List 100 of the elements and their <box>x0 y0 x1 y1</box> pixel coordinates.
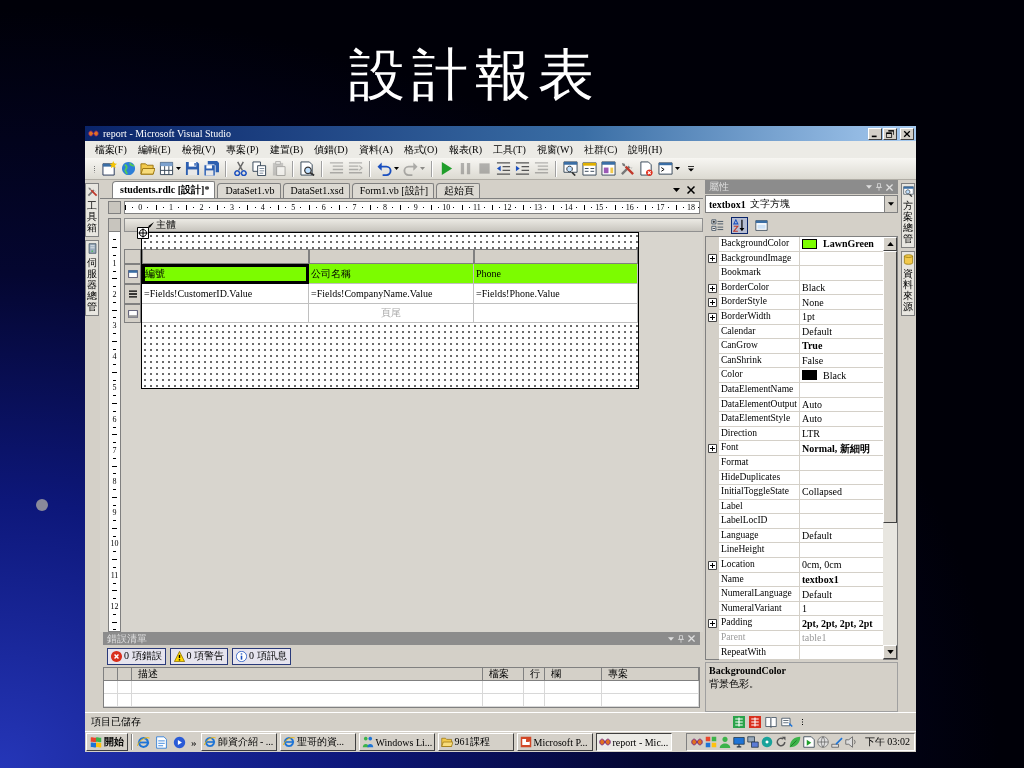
table-cell[interactable]: 公司名稱 <box>309 264 474 284</box>
row-handle[interactable] <box>124 264 141 284</box>
globe-icon[interactable] <box>121 161 136 176</box>
property-value[interactable]: Default <box>802 529 832 543</box>
menu-item[interactable]: 編輯(E) <box>132 143 176 156</box>
grip-icon[interactable] <box>801 717 804 727</box>
taskbar-button[interactable]: 師資介紹 - ... <box>200 733 277 751</box>
menu-item[interactable]: 檔案(F) <box>89 143 133 156</box>
property-name[interactable]: Direction <box>719 426 800 442</box>
property-name[interactable]: Format <box>719 455 800 471</box>
row-handle[interactable] <box>124 284 141 304</box>
dropdown-arrow-icon[interactable] <box>675 167 680 170</box>
scrollbar-thumb[interactable] <box>883 251 897 523</box>
menu-item[interactable]: 檢視(V) <box>176 143 221 156</box>
indent-icon[interactable] <box>515 161 530 176</box>
property-name[interactable]: BorderColor <box>719 280 800 296</box>
grid-icon[interactable] <box>159 161 174 176</box>
property-name[interactable]: BorderWidth <box>719 309 800 325</box>
dock-tab[interactable]: 伺服器總管 <box>85 240 99 316</box>
property-value[interactable]: Auto <box>802 397 822 411</box>
property-value[interactable]: Black <box>823 368 847 382</box>
column-header[interactable]: 專案 <box>602 668 699 681</box>
property-name[interactable]: BorderStyle <box>719 295 800 310</box>
filter-toggle[interactable]: 0 項訊息 <box>232 647 291 665</box>
property-value[interactable]: Normal, 新細明 <box>802 441 870 455</box>
folder-icon[interactable] <box>140 161 155 176</box>
filter-toggle[interactable]: 0 項警告 <box>169 647 228 665</box>
table-cell[interactable]: Phone <box>474 264 638 284</box>
menu-item[interactable]: 建置(B) <box>264 143 309 156</box>
column-header[interactable]: 描述 <box>132 668 483 681</box>
expand-icon[interactable] <box>708 619 717 629</box>
column-handle[interactable] <box>474 249 638 264</box>
property-value[interactable]: Auto <box>802 412 822 426</box>
property-name[interactable]: NumeralVariant <box>719 601 800 617</box>
dropdown-button[interactable] <box>884 196 897 212</box>
table-cell[interactable]: =Fields!CompanyName.Value <box>309 284 474 304</box>
menu-item[interactable]: 報表(R) <box>443 143 488 156</box>
browser-icon[interactable] <box>137 735 150 749</box>
property-name[interactable]: Font <box>719 441 800 456</box>
restore-button[interactable] <box>883 127 897 140</box>
speaker-icon[interactable] <box>844 736 857 748</box>
property-value[interactable]: 2pt, 2pt, 2pt, 2pt <box>802 616 873 630</box>
start-button[interactable]: 開始 <box>86 733 128 751</box>
property-value[interactable]: LawnGreen <box>823 237 874 251</box>
column-header[interactable] <box>118 668 132 681</box>
monitor-icon[interactable] <box>732 736 745 748</box>
pen-icon[interactable] <box>830 736 843 748</box>
property-value[interactable]: True <box>802 339 823 353</box>
menu-item[interactable]: 資料(A) <box>353 143 399 156</box>
scrollbar[interactable] <box>883 237 897 659</box>
property-name[interactable]: CanShrink <box>719 353 800 369</box>
new-project-icon[interactable] <box>102 161 117 176</box>
property-pages-icon[interactable] <box>753 217 770 234</box>
property-name[interactable]: BackgroundImage <box>719 251 800 267</box>
book-icon[interactable] <box>765 716 777 728</box>
sort-icon[interactable] <box>731 217 748 234</box>
property-value[interactable]: textbox1 <box>802 572 839 586</box>
dock-tab[interactable]: 資料來源 <box>901 251 915 316</box>
document-play-icon[interactable] <box>802 736 815 748</box>
input-method-icon[interactable] <box>733 716 745 728</box>
object-selector[interactable]: textbox1 文字方塊 <box>705 195 898 213</box>
property-name[interactable]: Color <box>719 368 800 383</box>
property-value[interactable]: 1pt <box>802 310 815 324</box>
table-cell[interactable] <box>474 304 638 323</box>
property-value[interactable]: 0cm, 0cm <box>802 558 842 572</box>
property-name[interactable]: DataElementStyle <box>719 412 800 427</box>
expand-icon[interactable] <box>708 254 717 264</box>
property-name[interactable]: InitialToggleState <box>719 485 800 500</box>
window-icon[interactable] <box>601 161 616 176</box>
menu-item[interactable]: 專案(P) <box>220 143 265 156</box>
expand-icon[interactable] <box>708 444 717 454</box>
band-header[interactable]: 主體 <box>124 218 703 232</box>
column-header[interactable] <box>104 668 118 681</box>
property-name[interactable]: LabelLocID <box>719 514 800 529</box>
table-cell[interactable] <box>142 304 309 323</box>
minimize-button[interactable] <box>868 127 882 140</box>
leaf-icon[interactable] <box>788 736 801 748</box>
copy-icon[interactable] <box>252 161 267 176</box>
outdent-icon[interactable] <box>496 161 511 176</box>
column-header[interactable]: 檔案 <box>483 668 524 681</box>
document-tab[interactable]: Form1.vb [設計] <box>351 183 434 198</box>
floppy-disks-icon[interactable] <box>204 161 219 176</box>
property-name[interactable]: Calendar <box>719 324 800 340</box>
dropdown-arrow-icon[interactable] <box>673 188 680 192</box>
taskbar-button[interactable]: 聖哥的資... <box>279 733 356 751</box>
tools-icon[interactable] <box>620 161 635 176</box>
corner-handle[interactable] <box>124 249 141 264</box>
property-name[interactable]: Padding <box>719 616 800 632</box>
console-icon[interactable] <box>658 161 673 176</box>
infinity-icon[interactable] <box>690 736 703 748</box>
play-icon[interactable] <box>439 161 454 176</box>
taskbar-button[interactable]: Windows Li... <box>358 733 435 751</box>
tiles-icon[interactable] <box>704 736 717 748</box>
property-value[interactable]: Default <box>802 587 832 601</box>
property-value[interactable]: Default <box>802 324 832 338</box>
expand-icon[interactable] <box>708 560 717 570</box>
expand-icon[interactable] <box>708 283 717 293</box>
column-handle[interactable] <box>142 249 309 264</box>
move-handle-icon[interactable] <box>137 227 149 239</box>
menu-item[interactable]: 工具(T) <box>487 143 532 156</box>
